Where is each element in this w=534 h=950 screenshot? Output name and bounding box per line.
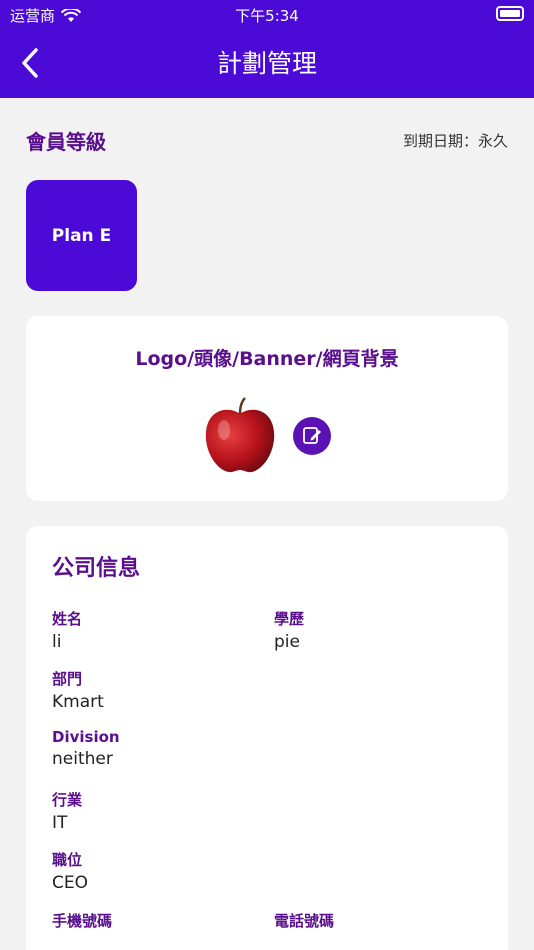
battery-icon (496, 6, 524, 21)
media-title: Logo/頭像/Banner/網頁背景 (135, 348, 399, 370)
plan-label: Plan E (51, 225, 112, 246)
media-card: Logo/頭像/Banner/網頁背景 (26, 316, 508, 501)
page-title: 計劃管理 (216, 49, 317, 78)
membership-title: 會員等級 (26, 130, 106, 154)
field-label: 職位 (52, 851, 83, 869)
field-label: 行業 (52, 791, 83, 809)
field-phone: 電話號碼 (274, 910, 334, 934)
field-name: 姓名 li (52, 608, 82, 652)
field-value: neither (52, 749, 113, 769)
field-value: pie (274, 632, 300, 652)
app-header: 运营商 下午5:34 計劃管理 (0, 0, 534, 98)
status-bar: 运营商 下午5:34 (0, 0, 534, 30)
field-value: li (52, 632, 62, 652)
field-label: 電話號碼 (274, 912, 335, 930)
expiry-date: 到期日期：永久 (402, 132, 508, 150)
field-label: 手機號碼 (52, 912, 113, 930)
edit-icon (303, 427, 321, 444)
field-position: 職位 CEO (52, 849, 88, 893)
field-label: 學歷 (274, 610, 305, 628)
plan-card[interactable]: Plan E (26, 180, 137, 291)
field-department: 部門 Kmart (52, 668, 104, 712)
clock: 下午5:34 (235, 7, 299, 25)
company-title: 公司信息 (52, 556, 141, 581)
field-value: Kmart (52, 692, 104, 712)
company-card: 公司信息 姓名 li 學歷 pie 部門 Kmart Division neit… (26, 526, 508, 950)
field-label: Division (52, 728, 120, 746)
field-label: 姓名 (52, 610, 83, 628)
field-division: Division neither (52, 728, 120, 769)
field-mobile: 手機號碼 (52, 910, 112, 934)
field-value: CEO (52, 873, 88, 893)
logo-image (205, 397, 275, 473)
edit-logo-button[interactable] (293, 417, 331, 455)
field-label: 部門 (52, 670, 83, 688)
field-value: IT (52, 813, 68, 833)
field-education: 學歷 pie (274, 608, 304, 652)
field-industry: 行業 IT (52, 789, 82, 833)
